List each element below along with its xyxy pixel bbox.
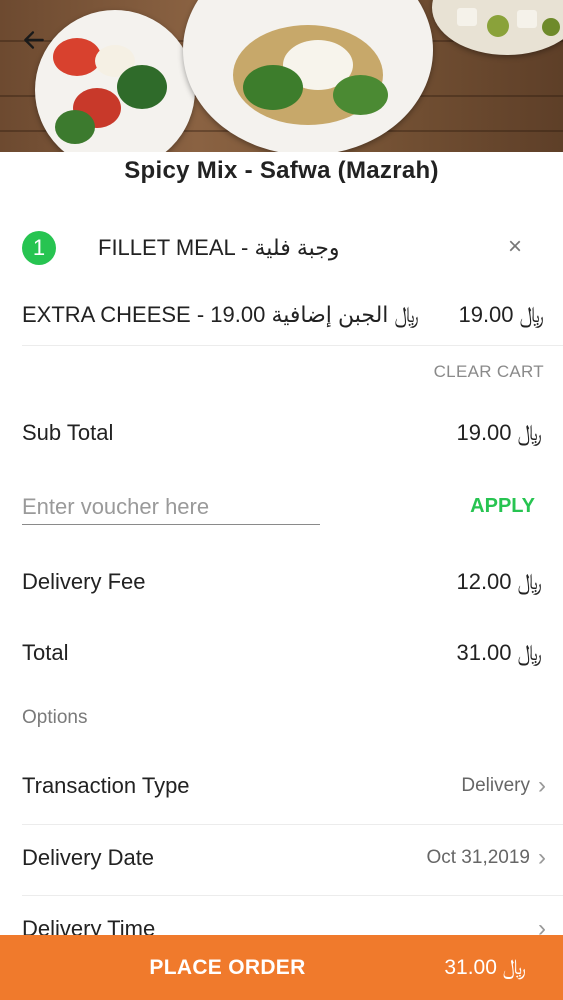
subtotal-row: Sub Total 19.00 ﷼	[22, 420, 542, 446]
transaction-type-row[interactable]: Transaction Type Delivery ›	[22, 772, 546, 800]
delivery-date-label: Delivery Date	[22, 845, 155, 870]
subtotal-label: Sub Total	[22, 420, 114, 445]
subtotal-value: 19.00 ﷼	[456, 420, 542, 445]
store-title: Spicy Mix - Safwa (Mazrah)	[124, 157, 439, 184]
apply-voucher-button[interactable]: APPLY	[470, 495, 535, 518]
close-icon: ×	[507, 233, 522, 260]
bowl-feta-olives	[432, 0, 563, 55]
delivery-date-row[interactable]: Delivery Date Oct 31,2019 ›	[22, 844, 546, 872]
addon-row: EXTRA CHEESE - 19.00 ﷼ الجبن إضافية 19.0…	[22, 297, 544, 333]
arrow-left-icon	[24, 31, 44, 49]
remove-item-button[interactable]: ×	[508, 233, 522, 261]
order-total: 31.00 ﷼	[444, 955, 526, 979]
transaction-type-value: Delivery	[461, 775, 530, 796]
divider	[22, 345, 563, 346]
options-section-label: Options	[22, 707, 88, 728]
total-row: Total 31.00 ﷼	[22, 640, 542, 666]
chevron-right-icon: ›	[538, 844, 546, 871]
delivery-fee-row: Delivery Fee 12.00 ﷼	[22, 569, 542, 595]
delivery-date-value: Oct 31,2019	[426, 847, 530, 868]
addon-price: 19.00 ﷼	[458, 302, 544, 327]
divider	[22, 824, 563, 825]
plate-caprese	[35, 10, 195, 152]
item-name: FILLET MEAL - وجبة فلية	[98, 235, 340, 260]
restaurant-banner-image	[0, 0, 563, 152]
place-order-bar[interactable]: PLACE ORDER 31.00 ﷼	[0, 935, 563, 1000]
transaction-type-label: Transaction Type	[22, 773, 190, 798]
clear-cart-button[interactable]: CLEAR CART	[434, 362, 544, 382]
divider	[22, 895, 563, 896]
voucher-input[interactable]	[22, 489, 320, 525]
quantity-badge: 1	[22, 231, 56, 265]
addon-name: EXTRA CHEESE - 19.00 ﷼ الجبن إضافية	[22, 302, 419, 327]
chevron-right-icon: ›	[538, 772, 546, 799]
back-button[interactable]	[14, 24, 54, 56]
delivery-fee-label: Delivery Fee	[22, 569, 146, 594]
total-label: Total	[22, 640, 69, 665]
delivery-fee-value: 12.00 ﷼	[456, 569, 542, 594]
place-order-button[interactable]: PLACE ORDER	[0, 956, 455, 980]
cart-item: 1 FILLET MEAL - وجبة فلية ×	[22, 229, 542, 267]
total-value: 31.00 ﷼	[456, 640, 542, 665]
